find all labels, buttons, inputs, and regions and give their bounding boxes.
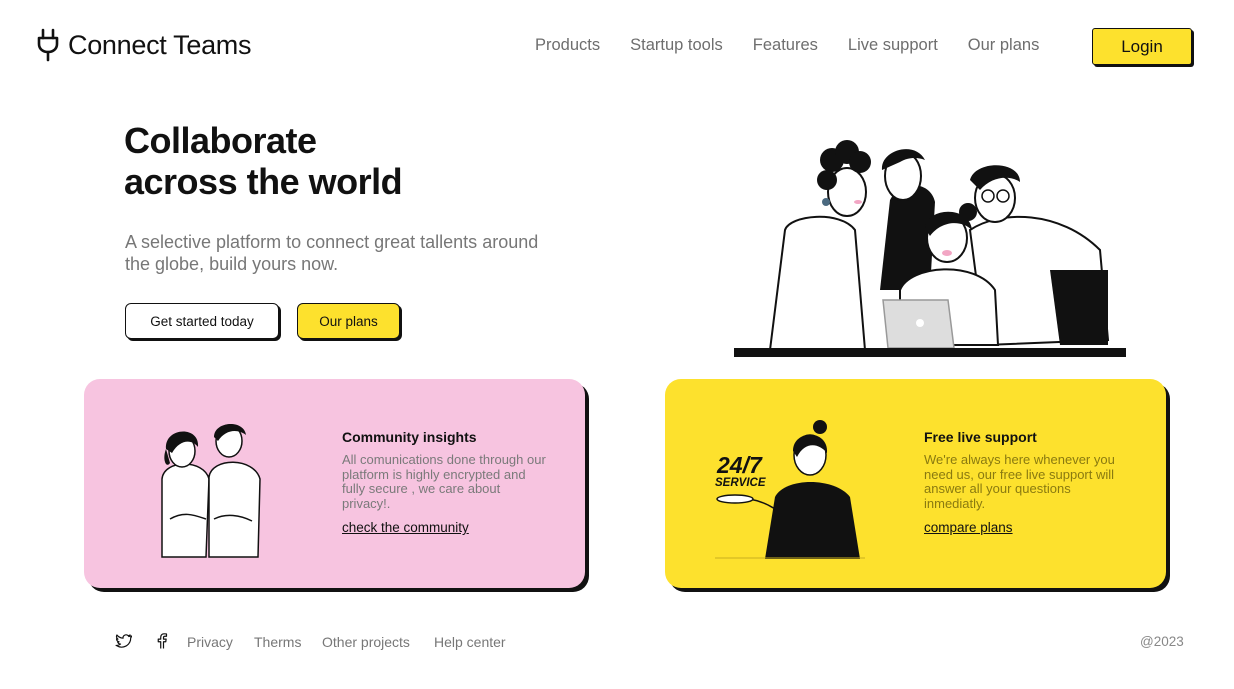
nav-item-products[interactable]: Products (535, 36, 600, 55)
hero-title: Collaborate across the world (124, 120, 544, 202)
nav-item-our-plans[interactable]: Our plans (968, 36, 1040, 55)
brand-name: Connect Teams (68, 29, 252, 60)
brand-logo[interactable]: Connect Teams (36, 28, 252, 62)
compare-plans-link[interactable]: compare plans (924, 520, 1013, 535)
hero-title-line-2: across the world (124, 161, 403, 202)
community-insights-card: Community insights All comunications don… (84, 379, 585, 588)
twitter-icon[interactable] (114, 632, 132, 650)
footer-link-help-center[interactable]: Help center (434, 634, 506, 650)
card-title: Free live support (924, 429, 1037, 445)
check-community-link[interactable]: check the community (342, 520, 469, 535)
copyright-text: @2023 (1140, 634, 1184, 649)
couple-illustration (161, 423, 261, 558)
hero-subtitle: A selective platform to connect great ta… (125, 232, 539, 274)
get-started-button[interactable]: Get started today (125, 303, 279, 339)
login-button[interactable]: Login (1092, 28, 1192, 65)
site-footer: Privacy Therms Other projects Help cente… (0, 630, 1234, 660)
our-plans-button[interactable]: Our plans (297, 303, 400, 339)
footer-link-other-projects[interactable]: Other projects (322, 634, 410, 650)
card-description: We're always here whenever you need us, … (924, 452, 1115, 511)
plug-icon (37, 28, 59, 62)
nav-item-live-support[interactable]: Live support (848, 36, 938, 55)
footer-link-privacy[interactable]: Privacy (187, 634, 233, 650)
nav-item-startup-tools[interactable]: Startup tools (630, 36, 723, 55)
main-nav: Products Startup tools Features Live sup… (535, 36, 1039, 55)
nav-item-features[interactable]: Features (753, 36, 818, 55)
card-description: All comunications done through our platf… (342, 452, 546, 511)
support-agent-illustration: 24/7 SERVICE (715, 417, 865, 562)
footer-link-therms[interactable]: Therms (254, 634, 301, 650)
hero-title-line-1: Collaborate (124, 120, 317, 161)
agent-icon (715, 420, 865, 559)
live-support-card: 24/7 SERVICE Free live support We're alw… (665, 379, 1166, 588)
facebook-icon[interactable] (153, 632, 171, 650)
site-header: Connect Teams Products Startup tools Fea… (0, 0, 1234, 92)
team-collaboration-illustration (734, 140, 1126, 357)
card-title: Community insights (342, 429, 477, 445)
